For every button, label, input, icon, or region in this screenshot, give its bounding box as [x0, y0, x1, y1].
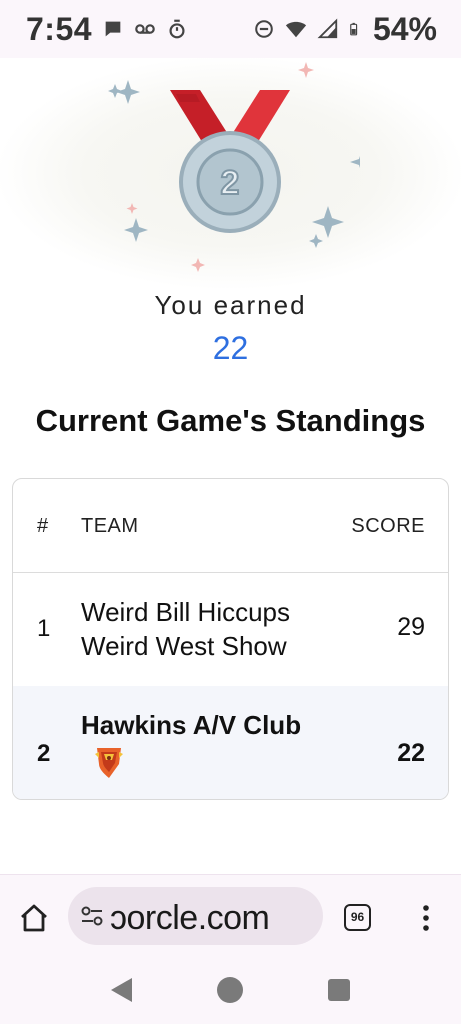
row-score: 29 — [397, 613, 425, 641]
standings-table: # TEAM SCORE 1 Weird Bill Hiccups Weird … — [12, 478, 449, 800]
earned-label: You earned — [154, 290, 307, 320]
row-rank: 1 — [37, 615, 51, 642]
column-header-rank: # — [37, 515, 49, 537]
browser-toolbar: ɔorcle.com 96 — [0, 874, 461, 958]
silver-medal-icon: 2 — [108, 62, 360, 272]
do-not-disturb-icon — [255, 20, 273, 38]
table-header: # TEAM SCORE — [13, 479, 448, 573]
cell-signal-icon — [317, 18, 338, 39]
row-team-name: Hawkins A/V Club — [81, 710, 302, 740]
battery-percent: 54% — [372, 10, 437, 47]
wifi-icon — [285, 21, 307, 38]
row-score: 22 — [397, 739, 425, 767]
earned-points: 22 — [212, 330, 249, 366]
address-bar[interactable]: ɔorcle.com — [68, 887, 323, 945]
table-row: 1 Weird Bill Hiccups Weird West Show 29 — [13, 573, 448, 686]
quiz-results-screen: 7:54 54% 2 You earned 22 Current Game's … — [0, 0, 461, 1024]
column-header-score: SCORE — [351, 515, 425, 537]
status-time: 7:54 — [26, 10, 93, 47]
home-nav-button[interactable] — [217, 977, 243, 1003]
table-row-current-team: 2 Hawkins A/V Club 22 — [13, 686, 448, 799]
team-badge-icon — [95, 748, 123, 778]
column-header-team: TEAM — [81, 515, 139, 537]
home-icon[interactable] — [18, 903, 50, 933]
medal-illustration: 2 — [0, 58, 461, 288]
status-left: 7:54 — [26, 11, 188, 48]
row-team-name: Weird Bill Hiccups Weird West Show — [81, 597, 291, 661]
row-rank: 2 — [37, 740, 51, 767]
battery-icon — [350, 22, 358, 36]
voicemail-icon — [135, 24, 155, 34]
system-navigation-bar — [0, 958, 461, 1024]
back-icon[interactable] — [108, 976, 134, 1004]
recents-button[interactable] — [328, 979, 350, 1001]
tab-switcher-button[interactable]: 96 — [344, 904, 371, 931]
medal-number: 2 — [221, 164, 240, 202]
timer-icon — [169, 19, 185, 39]
standings-title: Current Game's Standings — [35, 403, 426, 438]
status-bar: 7:54 54% — [0, 0, 461, 58]
site-settings-icon[interactable] — [80, 905, 104, 927]
chat-icon — [105, 21, 121, 37]
more-options-icon[interactable] — [418, 903, 434, 933]
url-text: ɔorcle.com — [110, 899, 270, 937]
status-right: 54% — [253, 11, 437, 48]
